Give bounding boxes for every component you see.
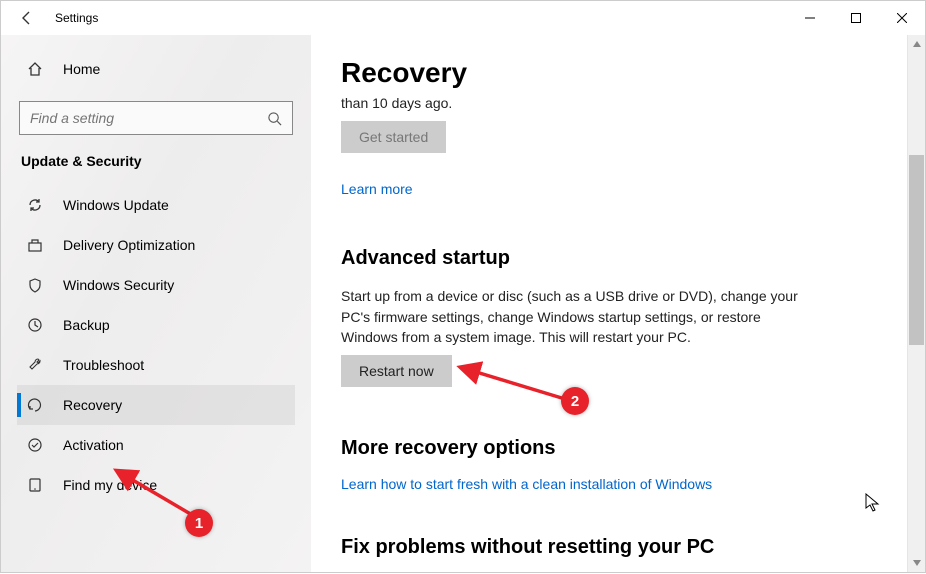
get-started-button[interactable]: Get started: [341, 121, 446, 153]
delivery-icon: [23, 237, 47, 253]
sidebar: Home Update & Security Windows Update De…: [1, 35, 311, 572]
scroll-thumb[interactable]: [909, 155, 924, 345]
advanced-startup-heading: Advanced startup: [341, 247, 877, 270]
titlebar: Settings: [1, 1, 925, 35]
home-icon: [23, 61, 47, 77]
sidebar-nav: Windows Update Delivery Optimization Win…: [17, 185, 295, 505]
maximize-button[interactable]: [833, 2, 879, 34]
restart-now-button[interactable]: Restart now: [341, 355, 452, 387]
content-wrap: Recovery than 10 days ago. Get started L…: [311, 35, 925, 572]
content-area: Recovery than 10 days ago. Get started L…: [311, 35, 907, 572]
window-title: Settings: [47, 11, 98, 25]
sidebar-item-backup[interactable]: Backup: [17, 305, 295, 345]
active-indicator: [17, 393, 21, 417]
learn-more-link[interactable]: Learn more: [341, 181, 413, 197]
sidebar-home[interactable]: Home: [17, 49, 295, 89]
sidebar-item-recovery[interactable]: Recovery: [17, 385, 295, 425]
sidebar-item-find-my-device[interactable]: Find my device: [17, 465, 295, 505]
sidebar-item-label: Backup: [63, 317, 110, 333]
scroll-up-button[interactable]: [908, 35, 925, 53]
previous-section-text: than 10 days ago.: [341, 93, 821, 113]
page-title: Recovery: [341, 57, 877, 89]
sidebar-item-label: Windows Update: [63, 197, 169, 213]
sidebar-item-label: Find my device: [63, 477, 157, 493]
recovery-icon: [23, 397, 47, 413]
fresh-install-link[interactable]: Learn how to start fresh with a clean in…: [341, 476, 712, 492]
shield-icon: [23, 277, 47, 293]
sidebar-item-windows-security[interactable]: Windows Security: [17, 265, 295, 305]
sidebar-item-label: Windows Security: [63, 277, 174, 293]
sidebar-section-label: Update & Security: [21, 153, 295, 169]
sidebar-item-delivery-optimization[interactable]: Delivery Optimization: [17, 225, 295, 265]
close-button[interactable]: [879, 2, 925, 34]
sidebar-item-label: Activation: [63, 437, 124, 453]
find-device-icon: [23, 477, 47, 493]
sidebar-item-label: Recovery: [63, 397, 122, 413]
search-input[interactable]: [30, 110, 267, 126]
vertical-scrollbar[interactable]: [907, 35, 925, 572]
activation-icon: [23, 437, 47, 453]
search-input-wrap[interactable]: [19, 101, 293, 135]
search-icon: [267, 111, 282, 126]
sidebar-item-windows-update[interactable]: Windows Update: [17, 185, 295, 225]
sidebar-item-label: Troubleshoot: [63, 357, 144, 373]
scroll-down-button[interactable]: [908, 554, 925, 572]
window-controls: [787, 2, 925, 34]
more-recovery-heading: More recovery options: [341, 437, 877, 460]
backup-icon: [23, 317, 47, 333]
minimize-button[interactable]: [787, 2, 833, 34]
sidebar-home-label: Home: [63, 61, 100, 77]
sync-icon: [23, 197, 47, 213]
sidebar-item-troubleshoot[interactable]: Troubleshoot: [17, 345, 295, 385]
back-button[interactable]: [19, 10, 47, 26]
sidebar-item-label: Delivery Optimization: [63, 237, 195, 253]
advanced-startup-text: Start up from a device or disc (such as …: [341, 286, 821, 347]
sidebar-item-activation[interactable]: Activation: [17, 425, 295, 465]
troubleshoot-icon: [23, 357, 47, 373]
fix-problems-heading: Fix problems without resetting your PC: [341, 536, 877, 559]
